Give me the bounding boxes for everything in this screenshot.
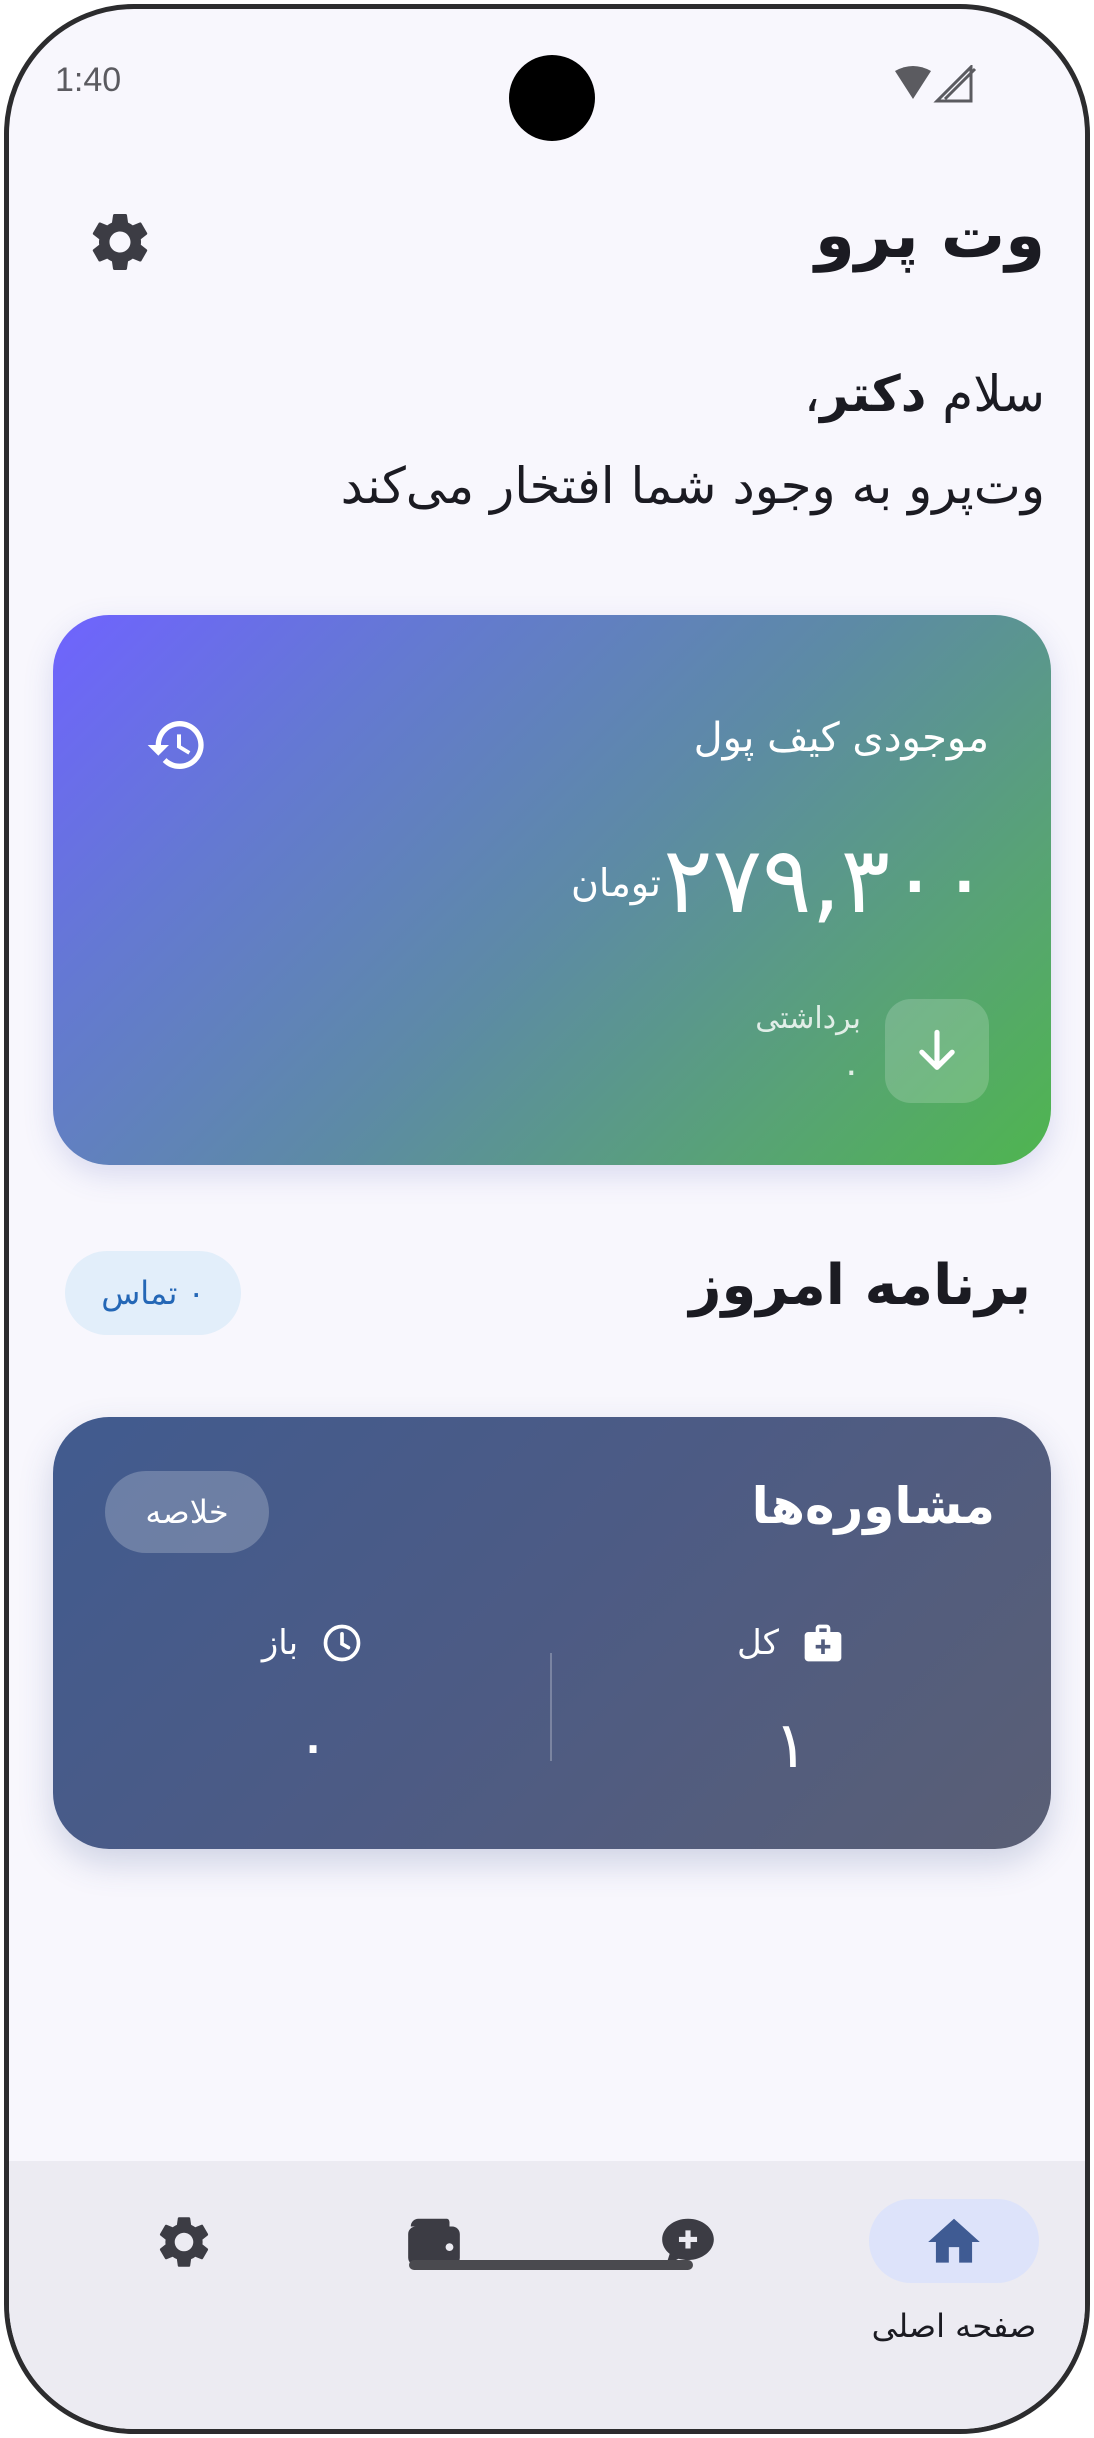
phone-screen: 1:40 وت پرو سلام دکتر، وت‌پرو به وجود شم…	[4, 4, 1090, 2434]
home-icon	[928, 2218, 980, 2263]
greeting-prefix: سلام	[926, 365, 1045, 423]
app-title: وت پرو	[815, 199, 1045, 273]
wallet-label: موجودی کیف پول	[693, 715, 989, 761]
contacts-badge[interactable]: ۰ تماس	[65, 1251, 241, 1335]
wifi-icon	[895, 66, 931, 99]
medical-bag-icon	[804, 1624, 842, 1662]
bottom-navigation: صفحه اصلی	[9, 2161, 1085, 2429]
nav-home-label: صفحه اصلی	[871, 2307, 1037, 2345]
greeting-name: دکتر	[820, 365, 927, 423]
no-signal-icon	[933, 63, 973, 103]
stat-open: باز ۰	[93, 1621, 533, 1791]
clock-icon	[323, 1624, 361, 1662]
nav-wallet[interactable]	[349, 2199, 519, 2359]
stat-divider	[550, 1653, 552, 1761]
history-icon	[147, 721, 204, 769]
greeting: سلام دکتر،	[804, 365, 1045, 423]
camera-cutout	[509, 55, 595, 141]
stat-total: کل ۱	[571, 1621, 1011, 1791]
wallet-balance: ۲۷۹,۳۰۰	[663, 827, 989, 934]
home-gesture-bar[interactable]	[409, 2260, 693, 2270]
settings-button[interactable]	[85, 207, 155, 277]
status-time: 1:40	[55, 61, 122, 99]
greeting-subtitle: وت‌پرو به وجود شما افتخار می‌کند	[340, 457, 1045, 515]
stat-open-label: باز	[261, 1623, 299, 1663]
gear-icon	[159, 2217, 209, 2267]
today-title: برنامه امروز	[689, 1253, 1031, 1318]
consultations-title: مشاوره‌ها	[751, 1477, 995, 1535]
nav-settings[interactable]	[99, 2199, 269, 2359]
status-icons	[895, 63, 979, 105]
stat-total-value: ۱	[773, 1709, 809, 1783]
greeting-suffix: ،	[804, 365, 821, 423]
wallet-card[interactable]: موجودی کیف پول ۲۷۹,۳۰۰ تومان برداشتی ۰	[53, 615, 1051, 1165]
stat-open-value: ۰	[295, 1709, 331, 1783]
gear-icon	[92, 213, 148, 270]
withdraw-button[interactable]	[885, 999, 989, 1103]
withdraw-value: ۰	[841, 1051, 861, 1092]
wallet-currency: تومان	[570, 861, 661, 905]
nav-home[interactable]: صفحه اصلی	[869, 2199, 1039, 2359]
nav-messages[interactable]	[603, 2199, 773, 2359]
consultations-card[interactable]: مشاوره‌ها خلاصه کل ۱ باز ۰	[53, 1417, 1051, 1849]
arrow-down-icon	[919, 1029, 955, 1070]
withdraw-label: برداشتی	[755, 1001, 861, 1036]
history-button[interactable]	[145, 713, 209, 777]
summary-button[interactable]: خلاصه	[105, 1471, 269, 1553]
stat-total-label: کل	[737, 1623, 779, 1663]
